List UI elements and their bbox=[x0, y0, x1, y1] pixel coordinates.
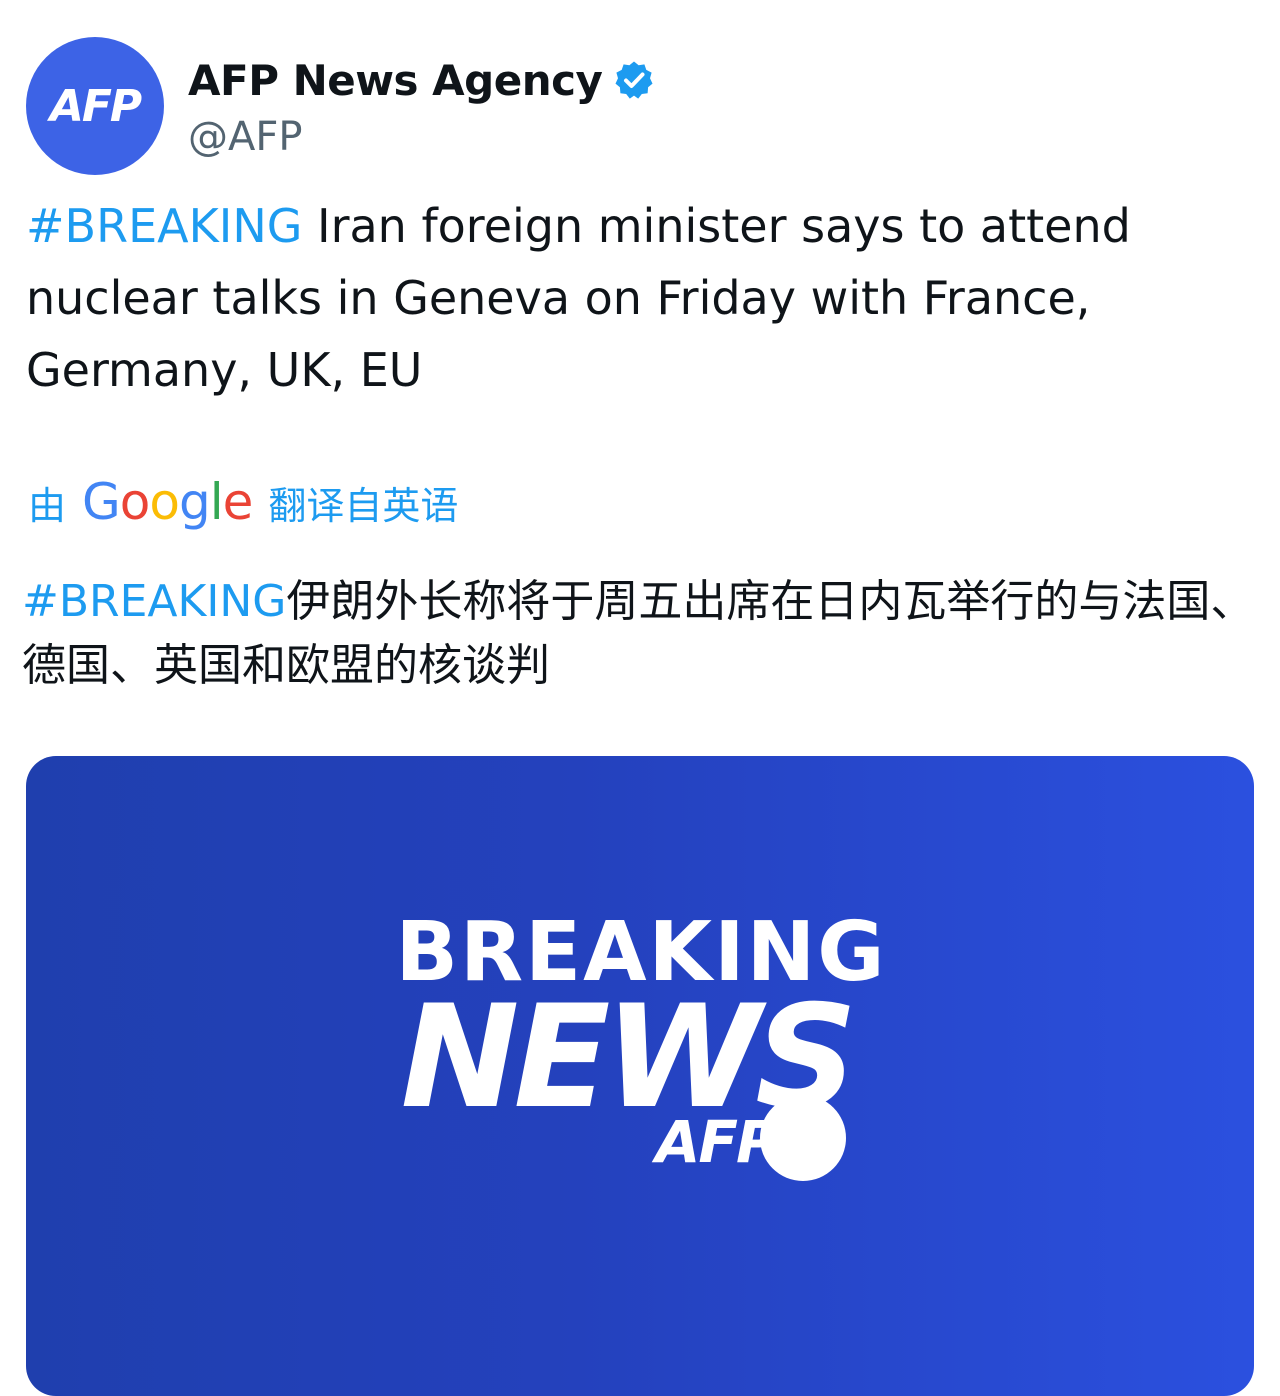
afp-dot-icon bbox=[760, 1095, 846, 1181]
tweet-body: #BREAKING Iran foreign minister says to … bbox=[26, 190, 1246, 406]
translated-hashtag-link[interactable]: #BREAKING bbox=[22, 576, 286, 627]
verified-badge-icon[interactable] bbox=[614, 60, 654, 100]
google-logo-icon: Google bbox=[82, 473, 253, 531]
author-display-name[interactable]: AFP News Agency bbox=[188, 56, 603, 105]
author-identity: AFP News Agency @AFP bbox=[188, 52, 654, 160]
media-image[interactable]: BREAKING NEWS AFP bbox=[26, 756, 1254, 1396]
media-afp-text: AFP bbox=[651, 1108, 778, 1176]
translation-prefix: 由 bbox=[28, 483, 67, 528]
hashtag-link[interactable]: #BREAKING bbox=[26, 199, 302, 253]
tweet-header: AFP AFP News Agency @AFP bbox=[26, 36, 654, 176]
translation-suffix: 翻译自英语 bbox=[268, 483, 459, 528]
avatar-logo-text: AFP bbox=[49, 80, 142, 132]
author-avatar[interactable]: AFP bbox=[26, 37, 164, 175]
translation-attribution[interactable]: 由 Google 翻译自英语 bbox=[28, 472, 458, 532]
author-name-row: AFP News Agency bbox=[188, 52, 654, 108]
author-handle[interactable]: @AFP bbox=[188, 114, 654, 160]
translated-body: #BREAKING伊朗外长称将于周五出席在日内瓦举行的与法国、德国、英国和欧盟的… bbox=[22, 570, 1262, 698]
